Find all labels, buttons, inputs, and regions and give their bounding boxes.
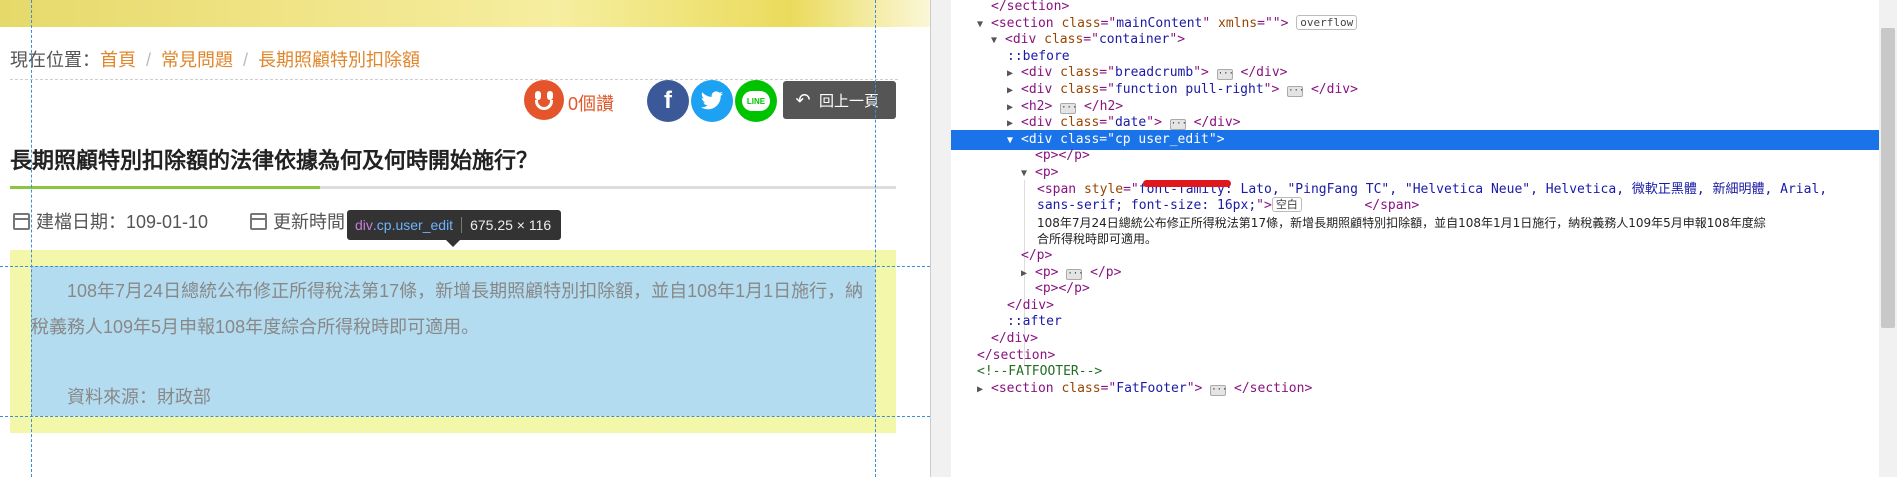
- back-button[interactable]: ↶ 回上一頁: [783, 81, 896, 119]
- breadcrumb-prefix: 現在位置：: [10, 50, 100, 70]
- like-count: 0個讚: [568, 94, 615, 114]
- breadcrumb: 現在位置：首頁 / 常見問題 / 長期照顧特別扣除額: [10, 46, 420, 72]
- created-date: 建檔日期：109-01-10: [13, 208, 208, 234]
- twitter-icon: [701, 91, 723, 110]
- inspector-guide-line: [31, 0, 32, 477]
- inspector-guide-line: [0, 416, 930, 417]
- breadcrumb-home-link[interactable]: 首頁: [100, 50, 136, 70]
- inspector-guide-line: [0, 266, 930, 267]
- line-share-button[interactable]: LINE: [735, 80, 777, 122]
- facebook-icon: f: [664, 87, 672, 114]
- back-arrow-icon: ↶: [795, 89, 811, 110]
- like-smiley-icon[interactable]: [524, 80, 564, 120]
- breadcrumb-separator: /: [146, 50, 152, 70]
- breadcrumb-divider: [10, 79, 898, 80]
- facebook-share-button[interactable]: f: [647, 80, 689, 122]
- inspector-guide-line: [875, 0, 876, 477]
- inspector-tooltip-caret: [446, 240, 460, 247]
- breadcrumb-faq-link[interactable]: 常見問題: [161, 50, 233, 70]
- line-icon: LINE: [742, 91, 770, 111]
- page-viewport: 現在位置：首頁 / 常見問題 / 長期照顧特別扣除額 0個讚 f LINE ↶ 回上一頁…: [0, 0, 930, 477]
- twitter-share-button[interactable]: [691, 80, 733, 122]
- title-divider: [10, 186, 896, 189]
- back-button-label: 回上一頁: [819, 92, 880, 110]
- inspector-tooltip: div .cp.user_edit 675.25 × 116: [347, 210, 562, 240]
- breadcrumb-separator: /: [243, 50, 249, 70]
- devtools-scrollbar-thumb[interactable]: [1881, 28, 1895, 328]
- article-source: 資料來源：財政部: [67, 387, 211, 407]
- devtools-elements-panel: </section> ▼ <section class="mainContent" …: [930, 0, 1897, 477]
- breadcrumb-current-link[interactable]: 長期照顧特別扣除額: [258, 50, 420, 70]
- red-annotation-underline: [1143, 180, 1231, 187]
- page-title: 長期照顧特別扣除額的法律依據為何及何時開始施行？: [10, 148, 539, 173]
- devtools-gutter: [931, 0, 951, 477]
- dom-tree-row[interactable]: ▶ <section class="FatFooter"> ··· </secti…: [951, 379, 1879, 399]
- hero-banner-image: [0, 0, 930, 27]
- devtools-scrollbar[interactable]: [1879, 0, 1897, 477]
- calendar-icon: [250, 213, 267, 230]
- calendar-icon: [13, 213, 30, 230]
- updated-date: 更新時間: [250, 208, 345, 234]
- article-body: 108年7月24日總統公布修正所得稅法第17條，新增長期照顧特別扣除額，並自10…: [31, 281, 864, 337]
